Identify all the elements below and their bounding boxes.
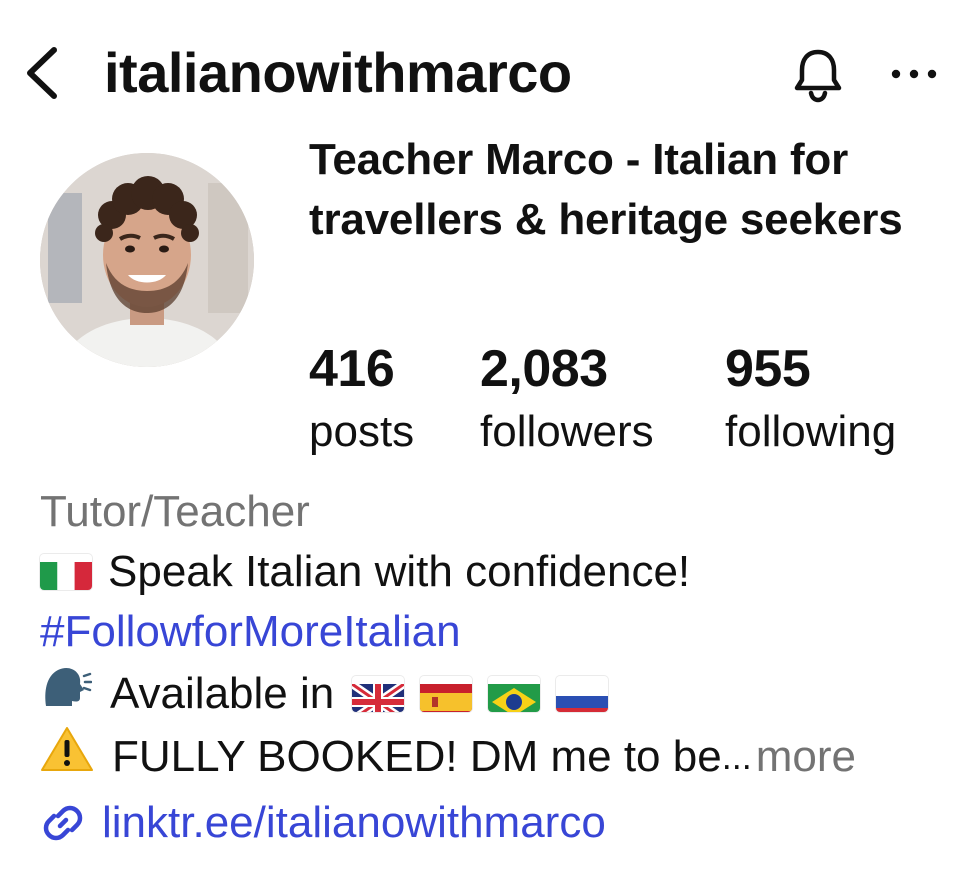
speaking-head-icon (40, 662, 93, 726)
bio-line: Available in (40, 662, 960, 726)
bio-line-text: Available in (110, 669, 335, 718)
link-text: linktr.ee/italianowithmarco (102, 798, 606, 847)
notifications-button[interactable] (788, 44, 848, 104)
back-button[interactable] (20, 44, 68, 102)
stat-following[interactable]: 955 following (725, 340, 896, 462)
avatar[interactable] (40, 153, 254, 367)
russia-flag-icon (556, 676, 609, 712)
stat-label: followers (480, 407, 654, 456)
profile-photo (40, 153, 254, 367)
bell-icon (794, 49, 842, 103)
more-horizontal-icon (891, 69, 937, 79)
stat-value: 416 (309, 340, 395, 398)
display-name: Teacher Marco - Italian for travellers &… (309, 135, 903, 244)
uk-flag-icon (352, 676, 405, 712)
bio-line-text: Speak Italian with confidence! (108, 547, 691, 596)
warning-icon (40, 726, 94, 788)
external-link[interactable]: linktr.ee/italianowithmarco (40, 796, 606, 850)
bio-line: FULLY BOOKED! DM me to be ... more (40, 726, 960, 788)
stat-value: 955 (725, 340, 811, 398)
bio: Tutor/Teacher Speak Italian with confide… (40, 482, 960, 788)
stat-posts[interactable]: 416 posts (309, 340, 414, 462)
more-options-button[interactable] (884, 54, 944, 94)
back-chevron-icon (27, 47, 57, 99)
italy-flag-icon (40, 554, 92, 590)
stat-value: 2,083 (480, 340, 608, 398)
more-link[interactable]: more (756, 727, 856, 787)
profile-username: italianowithmarco (104, 41, 572, 104)
link-icon (43, 805, 83, 841)
hashtag-link[interactable]: #FollowforMoreItalian (40, 602, 960, 662)
stat-label: following (725, 407, 897, 456)
spain-flag-icon (420, 676, 473, 712)
bio-line: Speak Italian with confidence! (40, 542, 960, 602)
category-label: Tutor/Teacher (40, 487, 310, 536)
bio-line-text: FULLY BOOKED! DM me to be (112, 732, 722, 781)
brazil-flag-icon (488, 676, 541, 712)
stat-followers[interactable]: 2,083 followers (480, 340, 654, 462)
stat-label: posts (309, 407, 415, 456)
ellipsis: ... (721, 736, 752, 777)
